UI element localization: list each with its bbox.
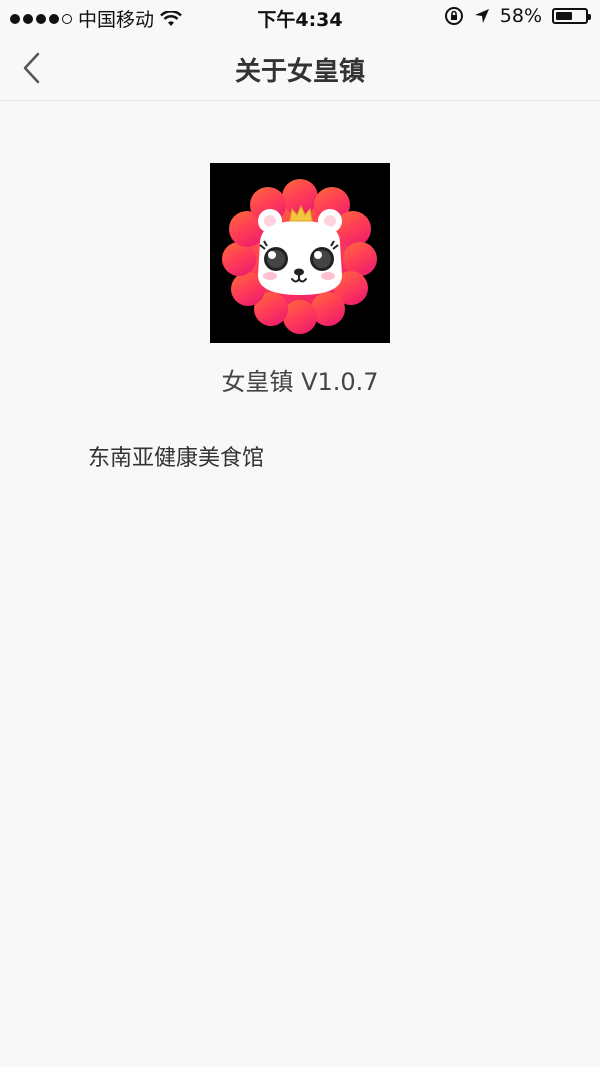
- page-title: 关于女皇镇: [234, 57, 365, 87]
- status-right: 58%: [444, 5, 591, 27]
- lion-queen-logo: [222, 179, 377, 334]
- status-bar: 中国移动 下午4:34 58%: [0, 0, 600, 34]
- app-version: 女皇镇 V1.0.7: [221, 368, 379, 396]
- app-description: 东南亚健康美食馆: [88, 446, 265, 471]
- battery-percent: 58%: [499, 5, 542, 27]
- app-logo: [210, 163, 390, 343]
- battery-icon: [552, 8, 591, 24]
- location-arrow-icon: [474, 9, 489, 23]
- navigation-bar: 关于女皇镇: [0, 34, 600, 101]
- orientation-lock-icon: [444, 7, 463, 25]
